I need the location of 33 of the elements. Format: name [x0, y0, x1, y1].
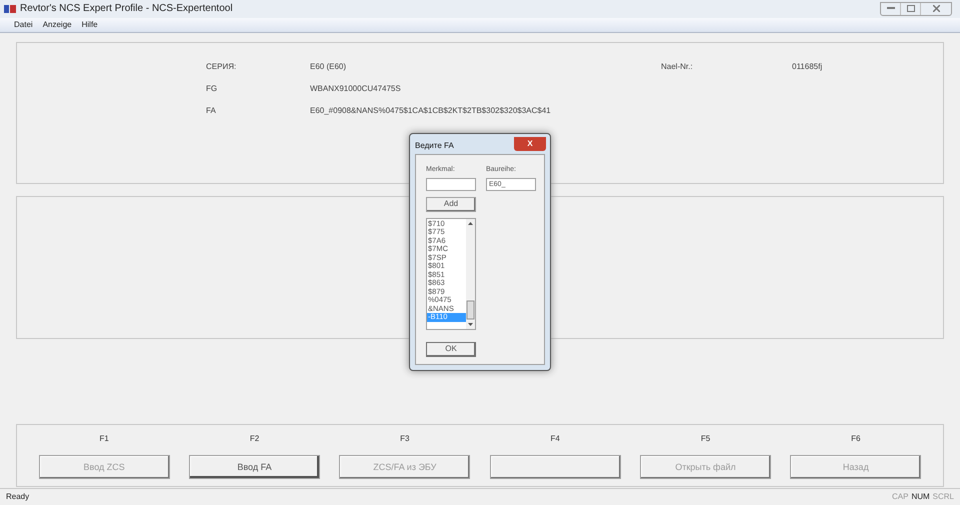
status-text: Ready: [6, 491, 30, 504]
status-indicator: SCRL: [932, 491, 954, 504]
field-label: FA: [206, 105, 217, 116]
scrollbar[interactable]: [466, 218, 475, 328]
add-button[interactable]: Add: [426, 196, 476, 212]
menu-item[interactable]: Hilfe: [82, 18, 98, 31]
merkmal-field[interactable]: [426, 178, 476, 190]
ok-button[interactable]: OK: [426, 342, 476, 356]
field-label: FG: [206, 83, 218, 94]
function-key-label: F2: [250, 433, 260, 446]
dialog-close-button[interactable]: X: [514, 137, 546, 151]
function-key-label: F5: [700, 433, 710, 446]
function-button[interactable]: Ввод FA: [188, 455, 320, 480]
field-label: Nael-Nr.:: [661, 61, 694, 74]
function-key-label: F3: [400, 433, 410, 446]
function-key-label: F1: [99, 433, 109, 446]
field-value: WBANX91000CU47475S: [310, 83, 401, 94]
app-icon: [4, 4, 16, 14]
maximize-icon: [906, 5, 914, 12]
function-key-label: F4: [550, 433, 560, 446]
function-key-label: F6: [851, 433, 860, 446]
window-title: Revtor's NCS Expert Profile - NCS-Expertentool: [20, 2, 233, 16]
status-indicator: NUM: [911, 491, 930, 504]
field-label: СЕРИЯ:: [206, 61, 238, 72]
menu-item[interactable]: Datei: [14, 18, 33, 31]
field-value: E60_#0908&NANS%0475$1CA$1CB$2KT$2TB$302$320$3AC$41: [310, 105, 551, 116]
close-icon: [932, 5, 940, 12]
field-value: 011685fj: [792, 61, 822, 74]
status-indicator: CAP: [892, 491, 908, 504]
field-value: E60 (E60): [310, 61, 346, 72]
menu-item[interactable]: Anzeige: [42, 18, 72, 31]
minimize-icon: [886, 7, 894, 10]
dialog-title: Ведите FA: [415, 140, 454, 152]
